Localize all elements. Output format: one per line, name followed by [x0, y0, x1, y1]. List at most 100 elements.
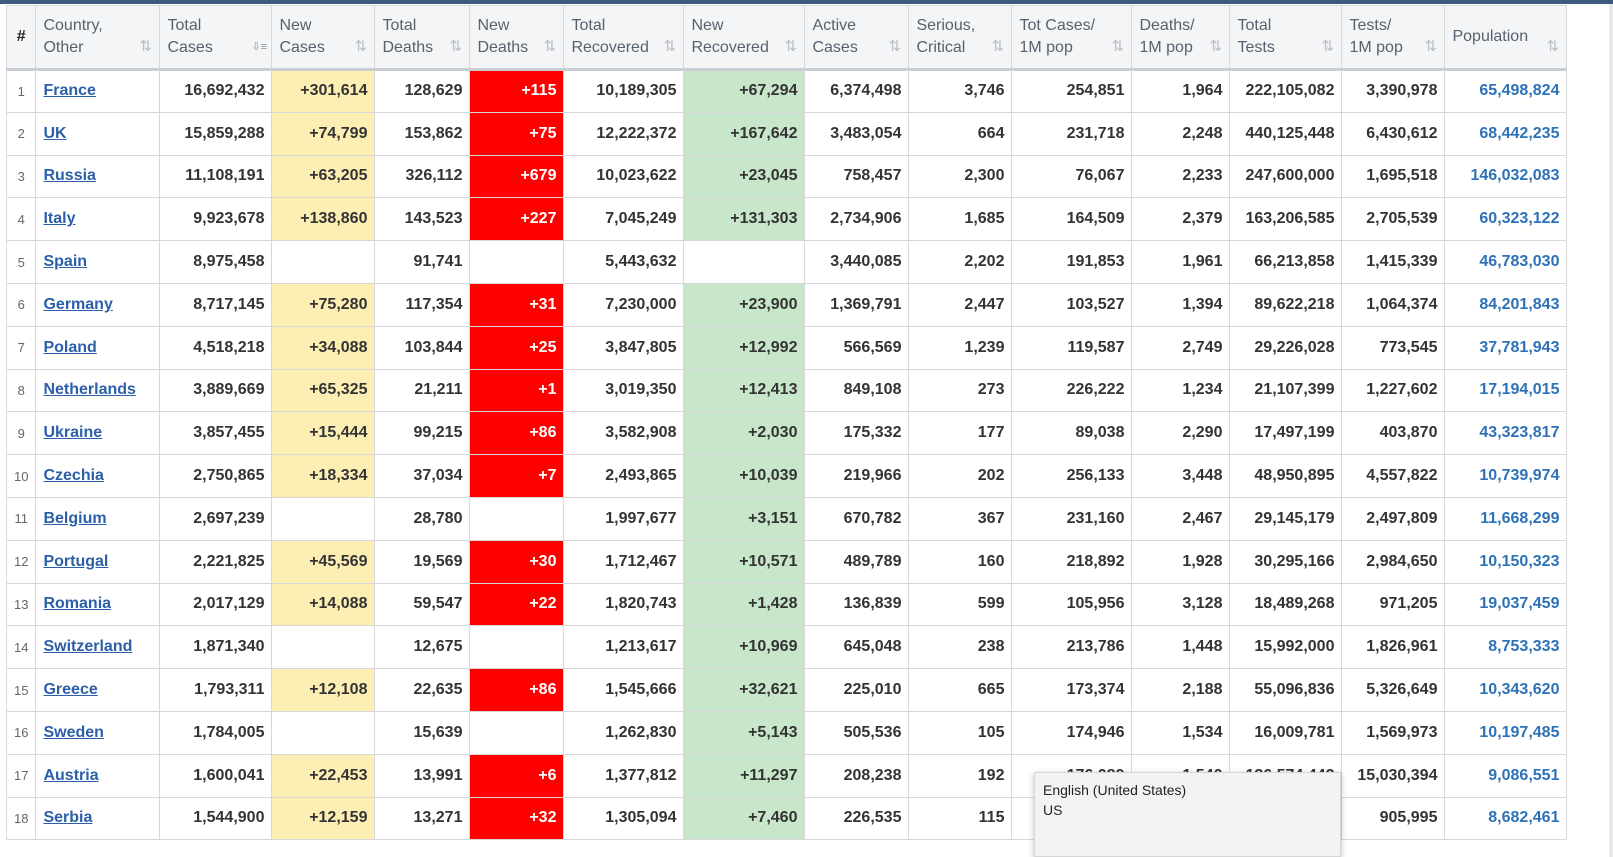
column-header-total-cases[interactable]: Total Cases ⇩≡ — [159, 5, 273, 71]
sort-arrows-icon[interactable]: ⇅ — [663, 38, 677, 56]
cell-new-cases — [271, 496, 376, 541]
cell-population: 8,753,333 — [1444, 625, 1568, 670]
cell-country: Austria — [35, 753, 161, 798]
cell-new-recovered: +1,428 — [683, 582, 806, 627]
cell-total-deaths: 21,211 — [374, 368, 471, 413]
cell-population: 43,323,817 — [1444, 411, 1568, 456]
column-header-new-recovered[interactable]: New Recovered ⇅ — [683, 5, 806, 71]
cell-new-recovered: +12,992 — [683, 325, 806, 370]
cell-new-recovered: +11,297 — [683, 753, 806, 798]
vertical-scrollbar[interactable] — [1609, 4, 1613, 857]
cell-population: 84,201,843 — [1444, 282, 1568, 327]
cell-cases-1m: 105,956 — [1011, 582, 1133, 627]
cell-country: Italy — [35, 197, 161, 242]
sort-arrows-icon[interactable]: ⇅ — [1546, 38, 1560, 56]
cell-num: 14 — [5, 625, 37, 670]
sort-arrows-icon[interactable]: ⇅ — [1424, 38, 1438, 56]
cell-country: Ukraine — [35, 411, 161, 456]
cell-active: 2,734,906 — [804, 197, 910, 242]
column-header-total-deaths[interactable]: Total Deaths ⇅ — [374, 5, 471, 71]
cell-num: 9 — [5, 411, 37, 456]
cell-population: 60,323,122 — [1444, 197, 1568, 242]
country-link[interactable]: Netherlands — [43, 381, 135, 398]
sort-arrows-icon[interactable]: ⇅ — [449, 38, 463, 56]
cell-new-recovered: +131,303 — [683, 197, 806, 242]
cell-total-deaths: 13,991 — [374, 753, 471, 798]
cell-cases-1m: 164,509 — [1011, 197, 1133, 242]
cell-new-recovered: +2,030 — [683, 411, 806, 456]
column-header-new-cases[interactable]: New Cases ⇅ — [271, 5, 376, 71]
cell-total-tests: 48,950,895 — [1229, 454, 1343, 498]
country-link[interactable]: Portugal — [43, 553, 108, 570]
cell-deaths-1m: 3,448 — [1131, 454, 1231, 498]
cell-new-deaths: +679 — [469, 154, 565, 199]
country-link[interactable]: Austria — [43, 767, 98, 784]
cell-tests-1m: 1,826,961 — [1341, 625, 1446, 670]
sort-arrows-icon[interactable]: ⇩≡ — [251, 38, 267, 56]
column-header-tests-1m[interactable]: Tests/ 1M pop ⇅ — [1341, 5, 1446, 71]
column-header-country[interactable]: Country, Other ⇅ — [35, 5, 161, 71]
cell-tests-1m: 15,030,394 — [1341, 753, 1446, 798]
sort-arrows-icon[interactable]: ⇅ — [784, 38, 798, 56]
country-link[interactable]: Poland — [43, 339, 96, 356]
sort-arrows-icon[interactable]: ⇅ — [543, 38, 557, 56]
column-header-active[interactable]: Active Cases ⇅ — [804, 5, 910, 71]
country-link[interactable]: Czechia — [43, 467, 103, 484]
country-link[interactable]: Germany — [43, 296, 112, 313]
cell-tests-1m: 1,064,374 — [1341, 282, 1446, 327]
cell-total-deaths: 13,271 — [374, 796, 471, 841]
cell-total-deaths: 143,523 — [374, 197, 471, 242]
cell-total-tests: 16,009,781 — [1229, 710, 1343, 755]
country-link[interactable]: Spain — [43, 253, 87, 270]
country-link[interactable]: Russia — [43, 167, 95, 184]
cell-cases-1m: 191,853 — [1011, 240, 1133, 284]
cell-active: 3,440,085 — [804, 240, 910, 284]
table-row: 5 Spain 8,975,458 91,741 5,443,632 3,440,085 2… — [5, 240, 1568, 284]
column-header-total-tests[interactable]: Total Tests ⇅ — [1229, 5, 1343, 71]
country-link[interactable]: France — [43, 82, 95, 99]
country-link[interactable]: Switzerland — [43, 638, 132, 655]
cell-total-tests: 440,125,448 — [1229, 111, 1343, 156]
sort-arrows-icon[interactable]: ⇅ — [1209, 38, 1223, 56]
cell-total-tests: 55,096,836 — [1229, 668, 1343, 712]
country-link[interactable]: Greece — [43, 681, 97, 698]
cell-active: 1,369,791 — [804, 282, 910, 327]
country-link[interactable]: UK — [43, 125, 66, 142]
sort-arrows-icon[interactable]: ⇅ — [354, 38, 368, 56]
country-link[interactable]: Belgium — [43, 510, 106, 527]
sort-arrows-icon[interactable]: ⇅ — [991, 38, 1005, 56]
top-accent-bar — [0, 0, 1613, 4]
column-header-cases-1m[interactable]: Tot Cases/ 1M pop ⇅ — [1011, 5, 1133, 71]
cell-total-tests: 21,107,399 — [1229, 368, 1343, 413]
sort-arrows-icon[interactable]: ⇅ — [1111, 38, 1125, 56]
country-link[interactable]: Serbia — [43, 809, 92, 826]
cell-new-deaths: +86 — [469, 668, 565, 712]
column-header-new-deaths[interactable]: New Deaths ⇅ — [469, 5, 565, 71]
table-row: 16 Sweden 1,784,005 15,639 1,262,830 +5,143 50… — [5, 710, 1568, 755]
table-row: 12 Portugal 2,221,825 +45,569 19,569 +30 1,712… — [5, 539, 1568, 584]
sort-arrows-icon[interactable]: ⇅ — [139, 38, 153, 56]
country-link[interactable]: Romania — [43, 595, 111, 612]
sort-arrows-icon[interactable]: ⇅ — [1321, 38, 1335, 56]
cell-total-cases: 1,871,340 — [159, 625, 273, 670]
column-header-deaths-1m[interactable]: Deaths/ 1M pop ⇅ — [1131, 5, 1231, 71]
cell-total-tests: 29,226,028 — [1229, 325, 1343, 370]
cell-active: 505,536 — [804, 710, 910, 755]
country-link[interactable]: Sweden — [43, 724, 103, 741]
cell-new-recovered: +32,621 — [683, 668, 806, 712]
cell-serious: 177 — [908, 411, 1013, 456]
cell-cases-1m: 103,527 — [1011, 282, 1133, 327]
cell-total-tests: 30,295,166 — [1229, 539, 1343, 584]
sort-arrows-icon[interactable]: ⇅ — [888, 38, 902, 56]
cell-total-deaths: 59,547 — [374, 582, 471, 627]
country-link[interactable]: Ukraine — [43, 424, 102, 441]
cell-country: UK — [35, 111, 161, 156]
column-header-total-recovered[interactable]: Total Recovered ⇅ — [563, 5, 685, 71]
column-header-population[interactable]: Population ⇅ — [1444, 5, 1568, 71]
column-header-serious[interactable]: Serious, Critical ⇅ — [908, 5, 1013, 71]
cell-total-recovered: 3,019,350 — [563, 368, 685, 413]
cell-population: 68,442,235 — [1444, 111, 1568, 156]
cell-population: 9,086,551 — [1444, 753, 1568, 798]
table-row: 2 UK 15,859,288 +74,799 153,862 +75 12,222,372… — [5, 111, 1568, 156]
country-link[interactable]: Italy — [43, 210, 75, 227]
